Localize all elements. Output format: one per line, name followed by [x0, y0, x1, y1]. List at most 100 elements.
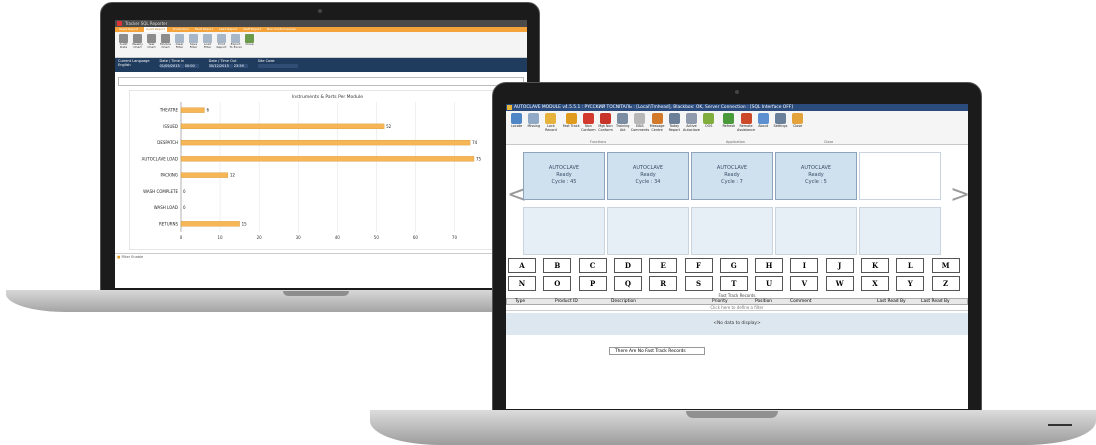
letter-key-w[interactable]: W — [825, 276, 854, 291]
letter-key-e[interactable]: E — [649, 258, 678, 273]
ribbon-button-ebis-comments[interactable]: EBIS Comments — [631, 113, 649, 144]
ribbon-button-about[interactable]: About — [755, 113, 772, 144]
letter-key-y[interactable]: Y — [896, 276, 925, 291]
letter-key-b[interactable]: B — [543, 258, 572, 273]
ribbon-button-close[interactable]: Close — [789, 113, 806, 144]
letter-key-o[interactable]: O — [543, 276, 572, 291]
site-field[interactable] — [257, 64, 298, 68]
filter-toggle-icon[interactable]: ■ — [117, 255, 120, 259]
column-header[interactable]: Last Read By — [877, 299, 906, 304]
letter-key-l[interactable]: L — [896, 258, 925, 273]
letter-key-g[interactable]: G — [719, 258, 748, 273]
letter-key-m[interactable]: M — [931, 258, 960, 273]
letter-key-d[interactable]: D — [613, 258, 642, 273]
comments-icon — [634, 113, 646, 124]
ribbon-button-fast-track[interactable]: Fast Track — [563, 113, 580, 144]
time-out-field[interactable]: 23:59 — [233, 64, 248, 68]
ribbon-label: Locate — [510, 124, 523, 128]
tile-name: AUTOCLAVE — [548, 165, 580, 171]
reporter-tab[interactable]: Asset Report — [119, 27, 138, 32]
ribbon-button-locate[interactable]: Locate — [508, 113, 525, 144]
letter-key-n[interactable]: N — [508, 276, 536, 291]
letter-key-c[interactable]: C — [578, 258, 607, 273]
data-label: 52 — [386, 124, 392, 129]
letter-key-j[interactable]: J — [825, 258, 854, 273]
letter-key-a[interactable]: A — [508, 258, 536, 273]
autoclave-tile[interactable]: AUTOCLAVE Ready Cycle : 5 — [775, 152, 857, 200]
column-header[interactable]: Priority — [712, 299, 728, 304]
reporter-ribbon-button[interactable]: Year Chart — [145, 34, 158, 55]
letter-key-x[interactable]: X — [861, 276, 889, 291]
autoclave-tile[interactable]: AUTOCLAVE Ready Cycle : 34 — [607, 152, 689, 200]
language-value[interactable]: English — [118, 63, 150, 67]
column-header[interactable]: Position — [755, 299, 772, 304]
empty-autoclave-slot[interactable] — [859, 152, 941, 200]
autoclave-tile[interactable]: AUTOCLAVE Ready Cycle : 45 — [523, 152, 605, 200]
reporter-ribbon: Audit Data Weekly Chart Year Chart Module C… — [115, 32, 527, 58]
ribbon-button-today-report[interactable]: Today Report — [666, 113, 683, 144]
ribbon-button-lock-record[interactable]: Lock Record — [542, 113, 559, 144]
chart-title: Instruments & Parts Per Module — [292, 94, 363, 100]
letter-key-r[interactable]: R — [649, 276, 678, 291]
filter-footer[interactable]: ■ Filter Enable — [115, 253, 527, 260]
time-in-field[interactable]: 00:00 — [184, 64, 199, 68]
letter-key-h[interactable]: H — [755, 258, 784, 273]
ribbon-button-settings[interactable]: Settings — [772, 113, 789, 144]
ribbon-button-training-aid[interactable]: Training Aid — [614, 113, 631, 144]
oos-icon — [703, 113, 715, 124]
reporter-ribbon-button[interactable]: Weekly Chart — [131, 34, 144, 55]
letter-key-s[interactable]: S — [684, 276, 713, 291]
empty-autoclave-slot[interactable] — [859, 207, 941, 255]
no-data-message: <No data to display> — [506, 313, 968, 335]
reporter-tab[interactable]: Non Conformances — [267, 27, 296, 32]
reporter-tab[interactable]: Fault Report — [195, 27, 213, 32]
ribbon-label: Close — [245, 42, 254, 46]
reporter-tab[interactable]: Lead Report — [219, 27, 237, 32]
reporter-ribbon-button[interactable]: Close — [243, 34, 256, 55]
letter-key-v[interactable]: V — [790, 276, 819, 291]
reporter-ribbon-button[interactable]: Save Filter — [187, 34, 200, 55]
letter-key-q[interactable]: Q — [613, 276, 642, 291]
ribbon-label: Non Conform — [581, 124, 596, 132]
ribbon-label: Remote Assistance — [737, 124, 756, 132]
message-icon — [651, 113, 663, 124]
tile-cycle: Cycle : 45 — [551, 179, 577, 185]
letter-key-t[interactable]: T — [719, 276, 748, 291]
reporter-ribbon-button[interactable]: Print Report — [215, 34, 228, 55]
autoclave-icon — [685, 113, 697, 124]
scroll-right-arrow[interactable]: > — [950, 180, 968, 208]
empty-autoclave-slot[interactable] — [775, 207, 857, 255]
ribbon-button-missing[interactable]: Missing — [525, 113, 542, 144]
empty-autoclave-slot[interactable] — [523, 207, 605, 255]
column-header[interactable]: Product ID — [555, 299, 578, 304]
reporter-tab[interactable]: Production — [173, 27, 189, 32]
filter-row[interactable]: Click here to define a filter — [506, 305, 968, 311]
letter-key-k[interactable]: K — [861, 258, 889, 273]
ribbon-button-active-autoclave[interactable]: Active Autoclave — [683, 113, 700, 144]
date-out-field[interactable]: 30/12/2015 — [208, 64, 233, 68]
ribbon-label: OOS — [704, 124, 713, 128]
ribbon-label: Mgt Non Conform — [598, 124, 613, 132]
reporter-tab[interactable]: Staff Report — [243, 27, 261, 32]
reporter-tab[interactable]: Audit Report — [144, 27, 167, 32]
ribbon-button-message-centre[interactable]: Message Centre — [649, 113, 666, 144]
empty-autoclave-slot[interactable] — [607, 207, 689, 255]
reporter-ribbon-button[interactable]: Clear Filter — [173, 34, 186, 55]
letter-key-i[interactable]: I — [790, 258, 819, 273]
reporter-ribbon-button[interactable]: Module Chart — [159, 34, 172, 55]
column-header[interactable]: Last Read By — [921, 299, 950, 304]
autoclave-tile[interactable]: AUTOCLAVE Ready Cycle : 7 — [691, 152, 773, 200]
reporter-ribbon-button[interactable]: Load Filter — [201, 34, 214, 55]
letter-key-z[interactable]: Z — [931, 276, 960, 291]
letter-key-f[interactable]: F — [684, 258, 713, 273]
letter-key-u[interactable]: U — [755, 276, 784, 291]
date-in-field[interactable]: 01/09/2015 — [159, 64, 184, 68]
reporter-ribbon-button[interactable]: Export To Excel — [229, 34, 242, 55]
ribbon-button-oos[interactable]: OOS — [700, 113, 717, 144]
column-header[interactable]: Comment — [790, 299, 812, 304]
column-header[interactable]: Type — [515, 299, 525, 304]
reporter-ribbon-button[interactable]: Audit Data — [117, 34, 130, 55]
letter-key-p[interactable]: P — [578, 276, 607, 291]
column-header[interactable]: Description — [611, 299, 636, 304]
empty-autoclave-slot[interactable] — [691, 207, 773, 255]
